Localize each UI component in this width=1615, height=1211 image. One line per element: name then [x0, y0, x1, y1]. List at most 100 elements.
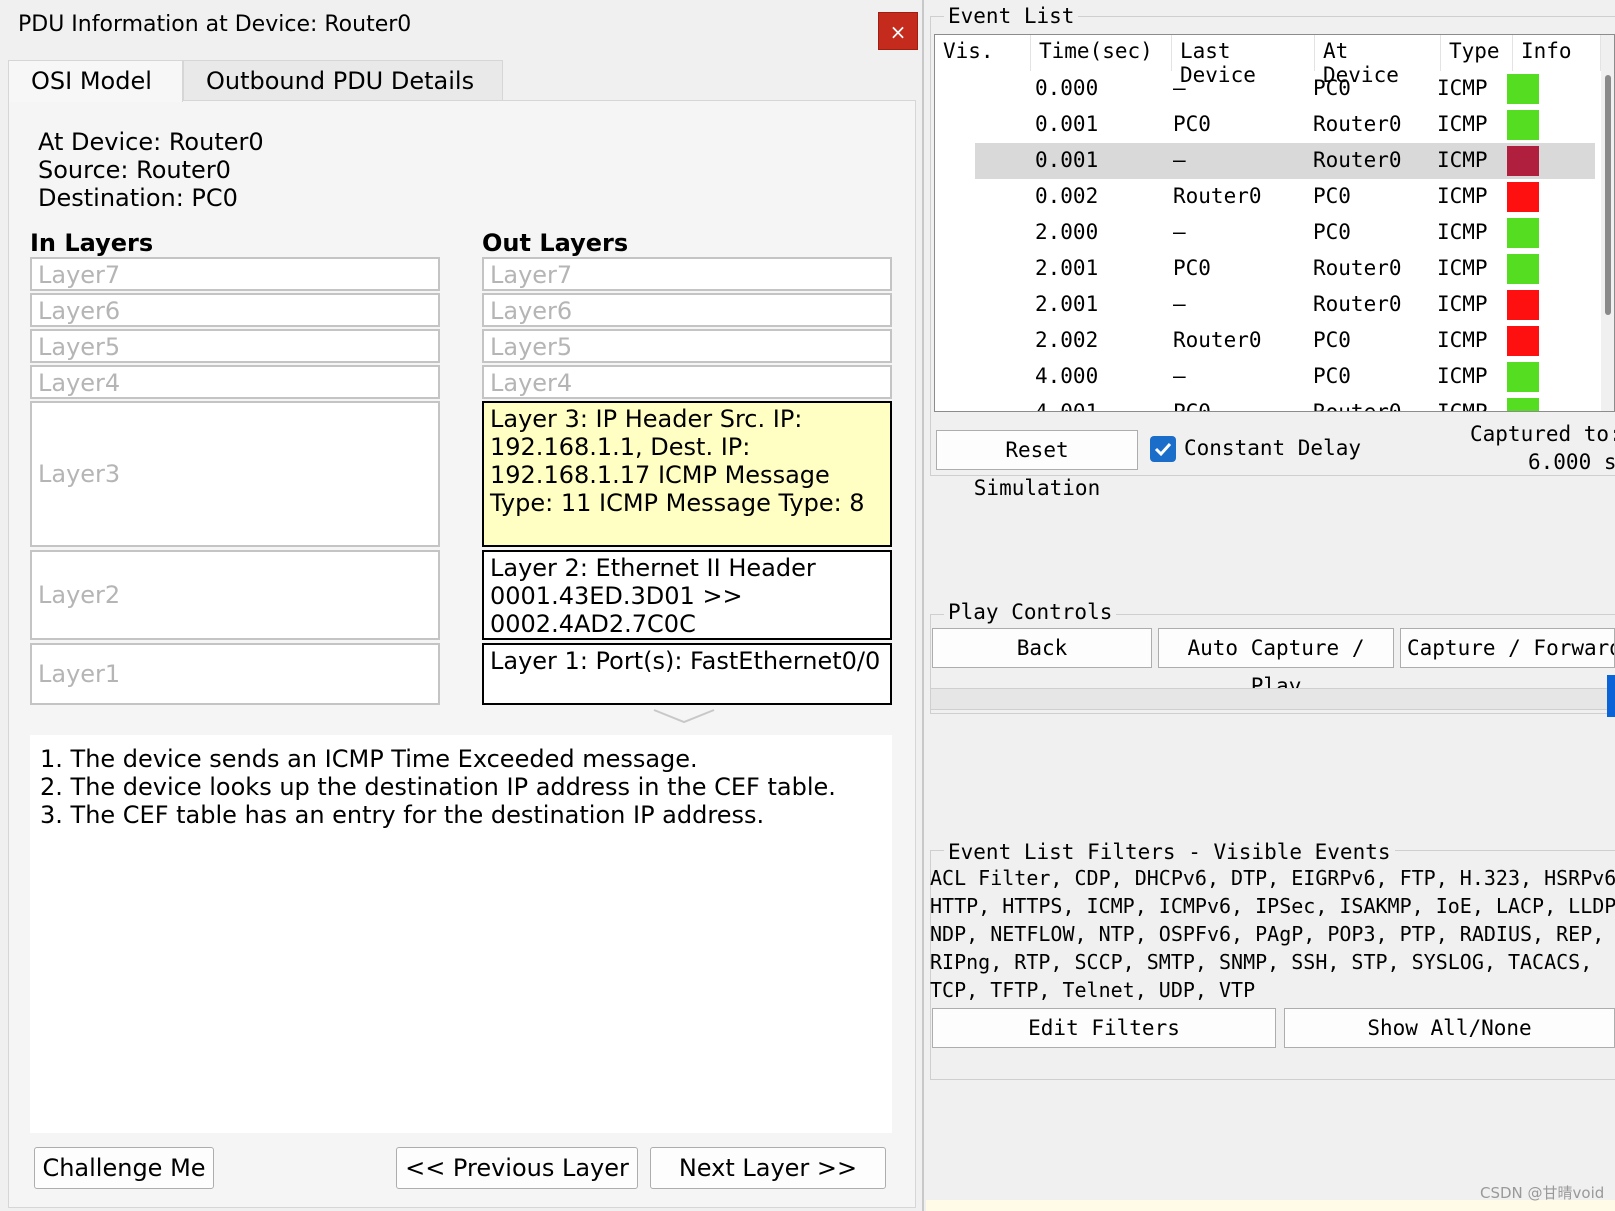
scrollbar-thumb[interactable] — [1605, 75, 1611, 315]
destination-label: Destination: PC0 — [38, 184, 238, 212]
out-layer-2[interactable]: Layer 2: Ethernet II Header 0001.43ED.3D… — [482, 550, 892, 640]
next-layer-button[interactable]: Next Layer >> — [650, 1147, 886, 1189]
event-info-swatch[interactable] — [1507, 74, 1539, 104]
event-row[interactable]: 0.001 PC0 Router0 ICMP — [935, 107, 1601, 143]
back-button[interactable]: Back — [932, 628, 1152, 668]
challenge-me-button[interactable]: Challenge Me — [34, 1147, 214, 1189]
edit-filters-button[interactable]: Edit Filters — [932, 1008, 1276, 1048]
event-row[interactable]: 2.000 — PC0 ICMP — [935, 215, 1601, 251]
close-button[interactable]: × — [878, 12, 918, 50]
at-device-label: At Device: Router0 — [38, 128, 264, 156]
event-info-swatch[interactable] — [1507, 254, 1539, 284]
auto-capture-play-button[interactable]: Auto Capture / Play — [1158, 628, 1394, 698]
event-row[interactable]: 0.002 Router0 PC0 ICMP — [935, 179, 1601, 215]
event-last-device: — — [1173, 148, 1186, 172]
out-layer-5[interactable]: Layer5 — [482, 329, 892, 363]
column-header-time[interactable]: Time(sec) — [1031, 35, 1172, 71]
event-at-device: Router0 — [1313, 292, 1402, 316]
filters-title: Event List Filters - Visible Events — [944, 840, 1395, 864]
event-at-device: Router0 — [1313, 256, 1402, 280]
event-type: ICMP — [1437, 112, 1488, 136]
event-last-device: — — [1173, 292, 1186, 316]
event-last-device: Router0 — [1173, 328, 1262, 352]
event-type: ICMP — [1437, 292, 1488, 316]
tab-outbound-pdu-details[interactable]: Outbound PDU Details — [183, 60, 503, 100]
in-layer-6[interactable]: Layer6 — [30, 293, 440, 327]
event-last-device: PC0 — [1173, 256, 1211, 280]
event-row[interactable]: 0.001 — Router0 ICMP — [935, 143, 1601, 179]
in-layers-heading: In Layers — [30, 229, 154, 257]
tab-osi-model[interactable]: OSI Model — [8, 60, 183, 102]
column-header-at-device[interactable]: At Device — [1315, 35, 1441, 87]
event-row[interactable]: 4.000 — PC0 ICMP — [935, 359, 1601, 395]
in-layer-1[interactable]: Layer1 — [30, 643, 440, 705]
event-at-device: PC0 — [1313, 328, 1351, 352]
event-time: 4.000 — [1035, 364, 1099, 388]
event-type: ICMP — [1437, 256, 1488, 280]
event-type: ICMP — [1437, 328, 1488, 352]
chevron-down-icon — [653, 709, 715, 724]
out-layer-7[interactable]: Layer7 — [482, 257, 892, 291]
event-info-swatch[interactable] — [1507, 218, 1539, 248]
event-at-device: PC0 — [1313, 220, 1351, 244]
in-layer-7[interactable]: Layer7 — [30, 257, 440, 291]
constant-delay-label: Constant Delay — [1184, 436, 1362, 460]
event-info-swatch[interactable] — [1507, 182, 1539, 212]
in-layer-3[interactable]: Layer3 — [30, 401, 440, 547]
column-header-info[interactable]: Info — [1513, 35, 1601, 71]
column-header-type[interactable]: Type — [1441, 35, 1513, 71]
event-info-swatch[interactable] — [1507, 110, 1539, 140]
event-at-device: Router0 — [1313, 400, 1402, 412]
event-table-scrollbar[interactable] — [1601, 35, 1614, 411]
column-header-vis[interactable]: Vis. — [935, 35, 1031, 71]
event-info-swatch[interactable] — [1507, 362, 1539, 392]
capture-forward-button[interactable]: Capture / Forward — [1400, 628, 1615, 668]
event-type: ICMP — [1437, 400, 1488, 412]
event-at-device: PC0 — [1313, 76, 1351, 100]
event-row[interactable]: 0.000 — PC0 ICMP — [935, 71, 1601, 107]
event-info-swatch[interactable] — [1507, 290, 1539, 320]
event-time: 0.001 — [1035, 148, 1099, 172]
slider-thumb[interactable] — [1607, 675, 1615, 717]
show-all-none-button[interactable]: Show All/None — [1284, 1008, 1615, 1048]
out-layer-1[interactable]: Layer 1: Port(s): FastEthernet0/0 — [482, 643, 892, 705]
in-layer-2[interactable]: Layer2 — [30, 550, 440, 640]
event-last-device: Router0 — [1173, 184, 1262, 208]
event-time: 0.001 — [1035, 112, 1099, 136]
event-type: ICMP — [1437, 220, 1488, 244]
event-at-device: Router0 — [1313, 112, 1402, 136]
event-at-device: PC0 — [1313, 364, 1351, 388]
event-info-swatch[interactable] — [1507, 326, 1539, 356]
event-type: ICMP — [1437, 148, 1488, 172]
event-type: ICMP — [1437, 76, 1488, 100]
event-last-device: — — [1173, 364, 1186, 388]
filter-line: HTTP, HTTPS, ICMP, ICMPv6, IPSec, ISAKMP… — [930, 894, 1615, 918]
out-layer-3[interactable]: Layer 3: IP Header Src. IP: 192.168.1.1,… — [482, 401, 892, 547]
event-row[interactable]: 2.002 Router0 PC0 ICMP — [935, 323, 1601, 359]
event-last-device: PC0 — [1173, 400, 1211, 412]
event-info-swatch[interactable] — [1507, 398, 1539, 411]
description-area: 1. The device sends an ICMP Time Exceede… — [30, 735, 892, 1133]
playback-speed-slider[interactable] — [930, 675, 1615, 717]
out-layer-6[interactable]: Layer6 — [482, 293, 892, 327]
out-layers-heading: Out Layers — [482, 229, 629, 257]
event-type: ICMP — [1437, 184, 1488, 208]
captured-to-label: Captured to: — [1470, 422, 1615, 446]
previous-layer-button[interactable]: << Previous Layer — [396, 1147, 638, 1189]
event-row[interactable]: 4.001 PC0 Router0 ICMP — [935, 395, 1601, 412]
event-time: 2.001 — [1035, 292, 1099, 316]
event-time: 2.001 — [1035, 256, 1099, 280]
out-layer-4[interactable]: Layer4 — [482, 365, 892, 399]
event-last-device: PC0 — [1173, 112, 1211, 136]
in-layer-5[interactable]: Layer5 — [30, 329, 440, 363]
reset-simulation-button[interactable]: Reset Simulation — [936, 430, 1138, 500]
constant-delay-checkbox[interactable] — [1150, 436, 1176, 462]
event-info-swatch[interactable] — [1507, 146, 1539, 176]
in-layer-4[interactable]: Layer4 — [30, 365, 440, 399]
event-table[interactable]: Vis. Time(sec) Last Device At Device Typ… — [934, 34, 1615, 412]
column-header-last-device[interactable]: Last Device — [1172, 35, 1315, 87]
filter-line: TCP, TFTP, Telnet, UDP, VTP — [930, 978, 1256, 1002]
description-line: 2. The device looks up the destination I… — [40, 773, 836, 801]
event-row[interactable]: 2.001 — Router0 ICMP — [935, 287, 1601, 323]
event-row[interactable]: 2.001 PC0 Router0 ICMP — [935, 251, 1601, 287]
